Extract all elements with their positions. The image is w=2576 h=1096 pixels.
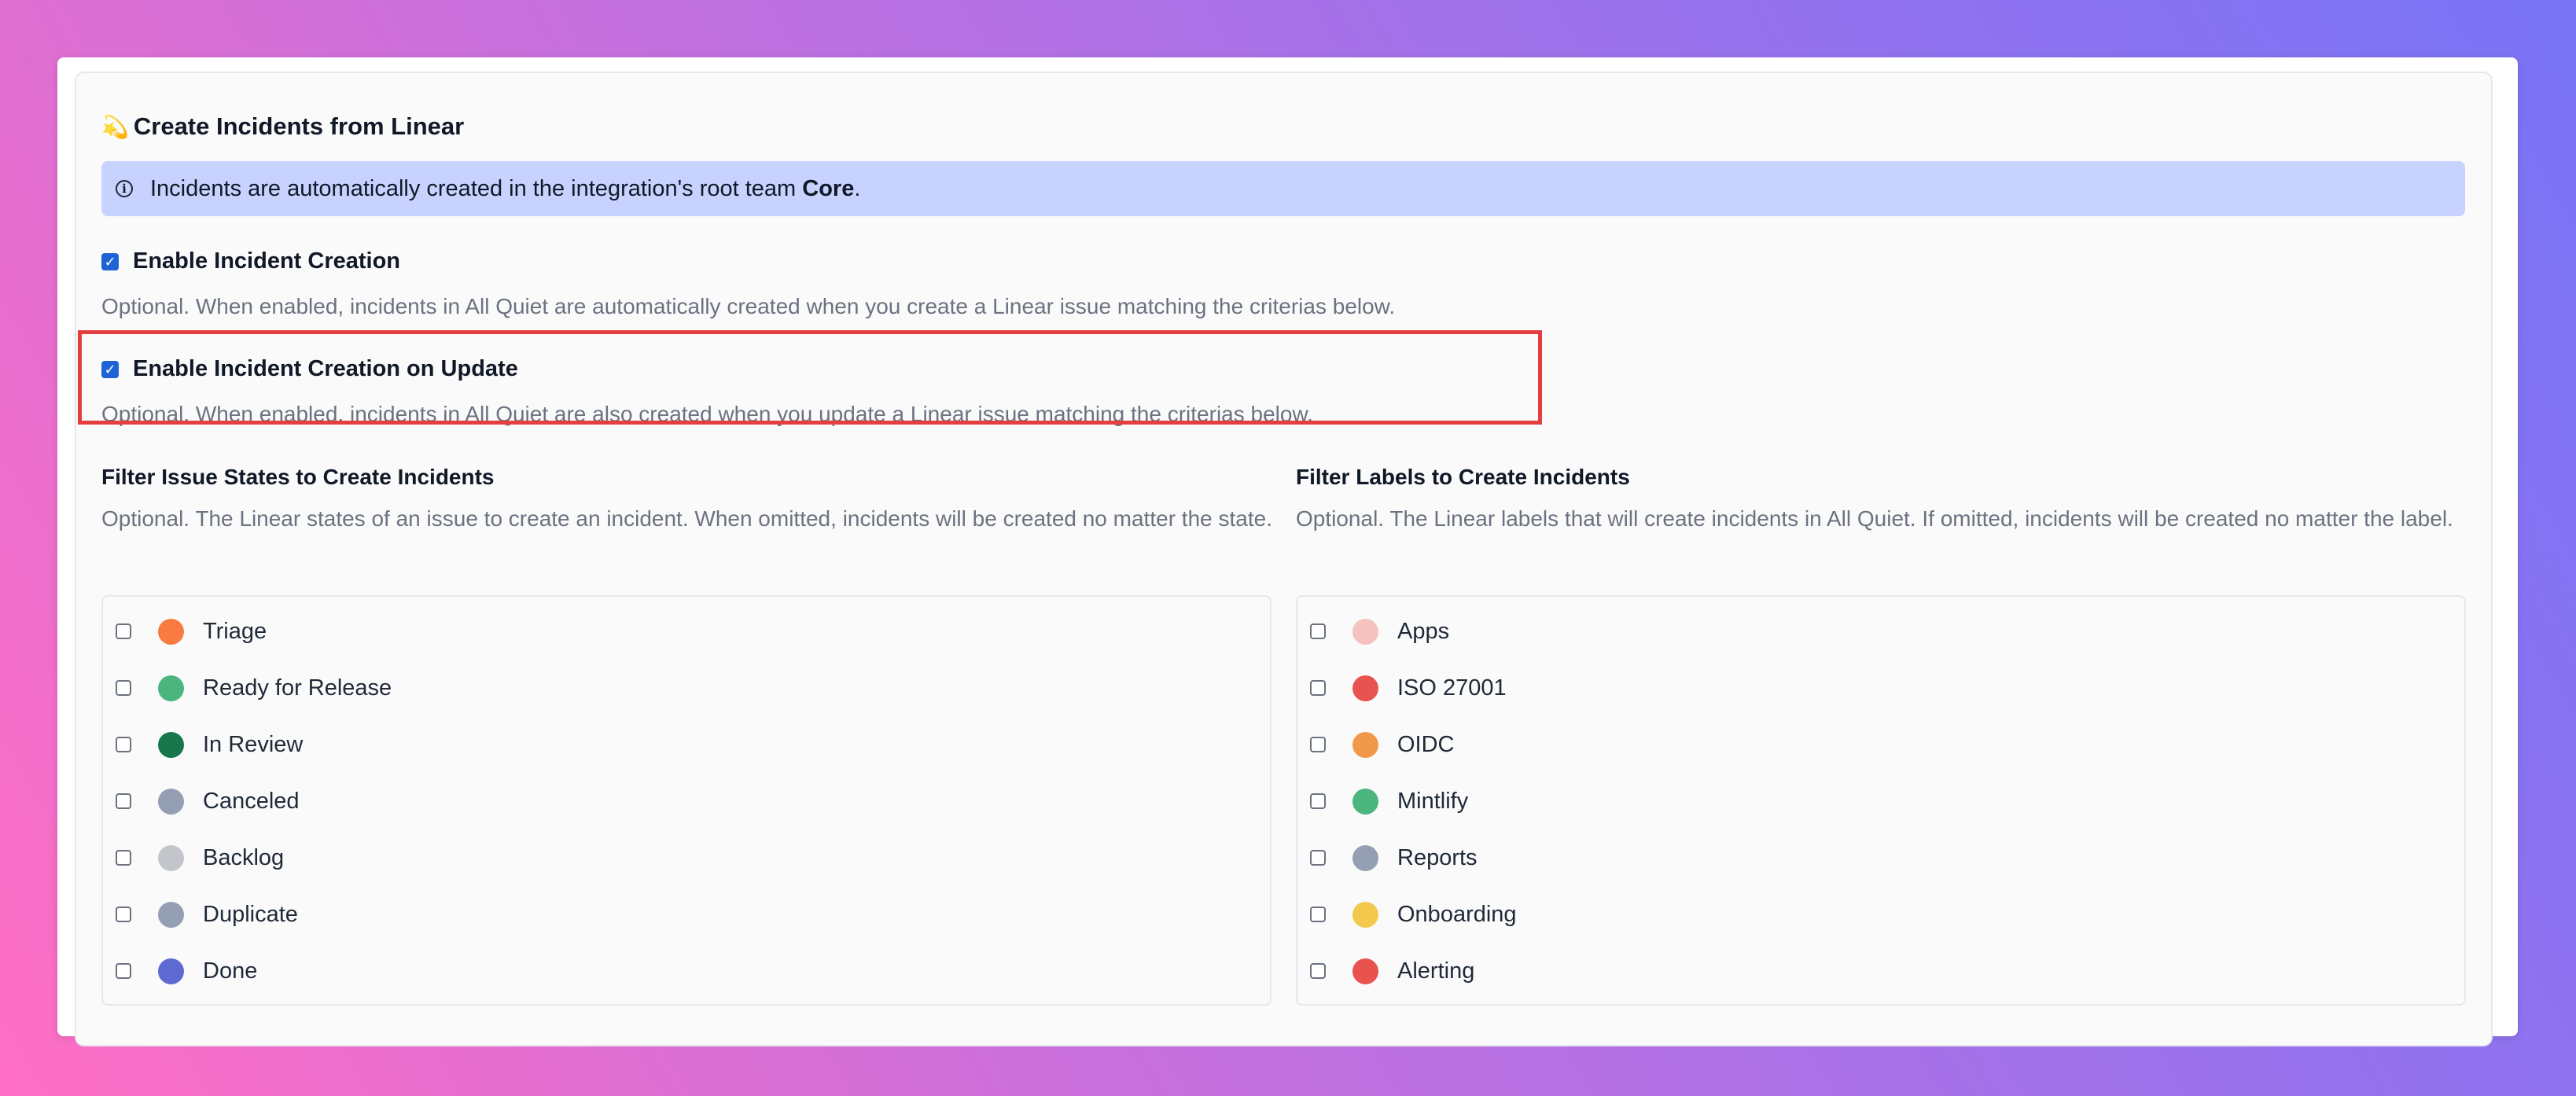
incident-creation-panel: 💫 Create Incidents from Linear i Inciden…: [75, 72, 2493, 1046]
label-item[interactable]: Apps: [1310, 616, 1449, 647]
label-item[interactable]: Alerting: [1310, 955, 1474, 987]
state-item[interactable]: Canceled: [116, 785, 300, 817]
state-color-dot: [158, 844, 184, 871]
labels-filter-title: Filter Labels to Create Incidents: [1296, 465, 1630, 489]
label-item[interactable]: Reports: [1310, 842, 1478, 873]
label-item[interactable]: Onboarding: [1310, 899, 1517, 930]
enable-creation-help: Optional. When enabled, incidents in All…: [101, 294, 1396, 318]
state-item[interactable]: Backlog: [116, 842, 284, 873]
label-checkbox[interactable]: [1310, 850, 1326, 866]
state-item[interactable]: Ready for Release: [116, 672, 392, 704]
state-color-dot: [158, 675, 184, 701]
state-checkbox[interactable]: [116, 737, 131, 752]
labels-list: Apps ISO 27001 OIDC Mintlify Reports Onboardi…: [1296, 595, 2466, 1006]
label-item[interactable]: ISO 27001: [1310, 672, 1507, 704]
highlight-box: [78, 330, 1542, 425]
label-label: OIDC: [1397, 731, 1455, 757]
label-color-dot: [1352, 731, 1378, 758]
state-item[interactable]: Done: [116, 955, 257, 987]
state-color-dot: [158, 958, 184, 984]
state-label: In Review: [203, 731, 304, 757]
label-color-dot: [1352, 618, 1378, 645]
integration-card: 💫 Create Incidents from Linear i Inciden…: [57, 57, 2518, 1046]
section-title: 💫 Create Incidents from Linear: [101, 112, 464, 141]
enable-creation-label: Enable Incident Creation: [133, 248, 400, 274]
enable-creation-row[interactable]: ✓ Enable Incident Creation: [101, 248, 400, 274]
section-title-text: Create Incidents from Linear: [133, 112, 465, 140]
state-item[interactable]: Duplicate: [116, 899, 298, 930]
label-checkbox[interactable]: [1310, 737, 1326, 752]
label-checkbox[interactable]: [1310, 907, 1326, 922]
state-label: Ready for Release: [203, 675, 392, 701]
label-color-dot: [1352, 901, 1378, 928]
state-item[interactable]: Triage: [116, 616, 267, 647]
label-color-dot: [1352, 675, 1378, 701]
state-label: Duplicate: [203, 901, 298, 927]
state-label: Done: [203, 958, 258, 984]
label-item[interactable]: Mintlify: [1310, 785, 1468, 817]
states-list: Triage Ready for Release In Review Canceled…: [101, 595, 1271, 1006]
state-color-dot: [158, 618, 184, 645]
label-checkbox[interactable]: [1310, 623, 1326, 639]
state-label: Triage: [203, 618, 267, 644]
label-label: Mintlify: [1397, 788, 1469, 814]
state-checkbox[interactable]: [116, 907, 131, 922]
states-filter-help: Optional. The Linear states of an issue …: [101, 506, 1272, 531]
state-checkbox[interactable]: [116, 623, 131, 639]
info-banner: i Incidents are automatically created in…: [101, 161, 2465, 216]
label-color-dot: [1352, 788, 1378, 815]
state-item[interactable]: In Review: [116, 729, 303, 760]
state-color-dot: [158, 901, 184, 928]
label-checkbox[interactable]: [1310, 793, 1326, 809]
sparkle-icon: 💫: [101, 114, 129, 139]
state-color-dot: [158, 731, 184, 758]
state-label: Canceled: [203, 788, 300, 814]
label-label: ISO 27001: [1397, 675, 1507, 701]
state-checkbox[interactable]: [116, 680, 131, 696]
label-color-dot: [1352, 844, 1378, 871]
enable-creation-checkbox[interactable]: ✓: [101, 252, 119, 270]
info-icon: i: [116, 180, 133, 197]
labels-filter-help: Optional. The Linear labels that will cr…: [1296, 506, 2453, 531]
label-label: Apps: [1397, 618, 1450, 644]
label-checkbox[interactable]: [1310, 680, 1326, 696]
state-checkbox[interactable]: [116, 963, 131, 979]
info-text: Incidents are automatically created in t…: [150, 175, 861, 201]
state-checkbox[interactable]: [116, 850, 131, 866]
state-label: Backlog: [203, 844, 285, 870]
label-label: Reports: [1397, 844, 1478, 870]
state-checkbox[interactable]: [116, 793, 131, 809]
state-color-dot: [158, 788, 184, 815]
label-color-dot: [1352, 958, 1378, 984]
label-item[interactable]: OIDC: [1310, 729, 1455, 760]
team-name: Core: [802, 175, 855, 201]
states-filter-title: Filter Issue States to Create Incidents: [101, 465, 495, 489]
label-label: Onboarding: [1397, 901, 1517, 927]
label-checkbox[interactable]: [1310, 963, 1326, 979]
label-label: Alerting: [1397, 958, 1475, 984]
